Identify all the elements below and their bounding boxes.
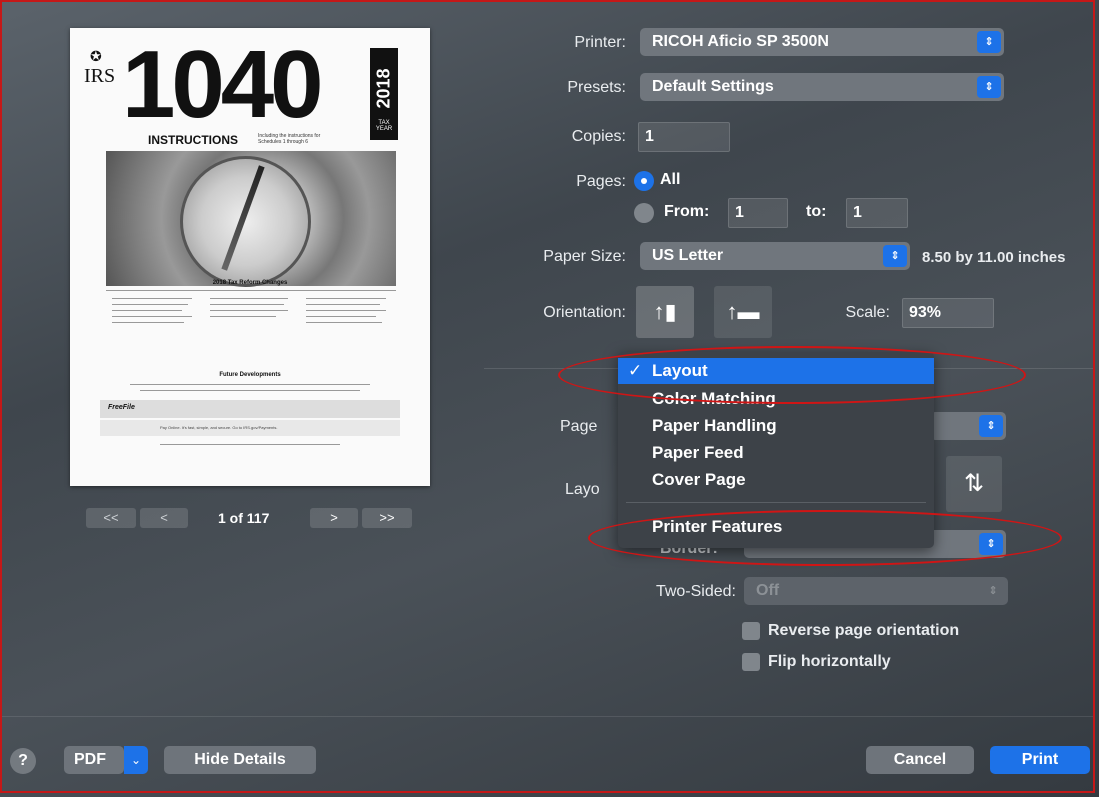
pdf-label: PDF xyxy=(74,751,106,768)
instructions-heading: INSTRUCTIONS xyxy=(148,133,238,147)
first-page-button[interactable]: << xyxy=(86,508,136,528)
chevron-updown-icon: ⇕ xyxy=(977,31,1001,53)
pages-all-radio[interactable] xyxy=(634,171,654,191)
reverse-orientation-label: Reverse page orientation xyxy=(768,622,960,639)
text-line xyxy=(160,444,340,445)
last-page-button[interactable]: >> xyxy=(362,508,412,528)
layout-direction-label: Layo xyxy=(565,481,600,498)
two-sided-popup[interactable]: Off ⇕ xyxy=(744,577,1008,605)
text-line xyxy=(306,310,386,311)
text-line xyxy=(112,298,192,299)
chevron-updown-icon: ⇕ xyxy=(979,415,1003,437)
scale-field[interactable]: 93% xyxy=(902,298,994,328)
printer-label: Printer: xyxy=(574,34,626,51)
hide-details-button[interactable]: Hide Details xyxy=(164,746,316,774)
menu-item-paper-handling[interactable]: Paper Handling xyxy=(618,413,934,439)
pdf-button[interactable]: PDF xyxy=(64,746,124,774)
flip-horizontally-label: Flip horizontally xyxy=(768,653,891,670)
cancel-button[interactable]: Cancel xyxy=(866,746,974,774)
chevron-updown-icon: ⇕ xyxy=(883,245,907,267)
print-button[interactable]: Print xyxy=(990,746,1090,774)
portrait-orientation-icon[interactable]: ↑▮ xyxy=(636,286,694,338)
orientation-label: Orientation: xyxy=(543,304,626,321)
freefile-banner: FreeFile xyxy=(100,400,400,418)
to-field[interactable]: 1 xyxy=(846,198,908,228)
divider xyxy=(106,290,396,291)
chevron-updown-icon: ⇕ xyxy=(977,76,1001,98)
text-line xyxy=(306,322,382,323)
text-line xyxy=(210,316,276,317)
menu-item-paper-feed[interactable]: Paper Feed xyxy=(618,440,934,466)
layout-direction-icon[interactable]: ⇅ xyxy=(946,456,1002,512)
page-indicator: 1 of 117 xyxy=(218,510,270,526)
copies-field[interactable]: 1 xyxy=(638,122,730,152)
from-field[interactable]: 1 xyxy=(728,198,788,228)
irs-eagle-icon: ✪ xyxy=(90,48,102,64)
to-label: to: xyxy=(806,203,827,220)
text-line xyxy=(112,316,192,317)
pay-online-banner: Pay Online. It's fast, simple, and secur… xyxy=(100,420,400,436)
two-sided-label: Two-Sided: xyxy=(655,583,736,600)
instructions-subheading: Including the instructions for Schedules… xyxy=(258,133,321,145)
text-line xyxy=(140,390,360,391)
flip-horizontally-checkbox[interactable] xyxy=(742,653,760,671)
from-label: From: xyxy=(664,203,710,220)
pages-from-radio[interactable] xyxy=(634,203,654,223)
pages-per-sheet-popup[interactable]: ⇕ xyxy=(930,412,1006,440)
reverse-orientation-checkbox[interactable] xyxy=(742,622,760,640)
tax-year-label: TAX YEAR xyxy=(375,120,393,132)
pdf-menu-chevron-icon[interactable]: ⌄ xyxy=(124,746,148,774)
paper-dimensions: 8.50 by 11.00 inches xyxy=(922,249,1066,266)
text-line xyxy=(210,304,284,305)
paper-size-label: Paper Size: xyxy=(543,248,626,265)
chevron-updown-icon: ⇕ xyxy=(988,585,998,597)
presets-value: Default Settings xyxy=(652,78,774,95)
pages-per-sheet-label: Page xyxy=(560,418,598,435)
help-button[interactable]: ? xyxy=(10,748,36,774)
text-line xyxy=(210,310,288,311)
annotation-ellipse-layout xyxy=(558,346,1026,404)
compass-icon xyxy=(180,156,311,287)
text-line xyxy=(112,304,188,305)
landscape-orientation-icon[interactable]: ↑▬ xyxy=(714,286,772,338)
prev-page-button[interactable]: < xyxy=(140,508,188,528)
printer-value: RICOH Aficio SP 3500N xyxy=(652,33,829,50)
footer-divider xyxy=(0,716,1095,717)
scale-label: Scale: xyxy=(845,304,890,321)
presets-popup[interactable]: Default Settings ⇕ xyxy=(640,73,1004,101)
next-page-button[interactable]: > xyxy=(310,508,358,528)
menu-item-cover-page[interactable]: Cover Page xyxy=(618,467,934,493)
form-number: 1040 xyxy=(122,31,324,138)
text-line xyxy=(130,384,370,385)
text-line xyxy=(112,310,182,311)
pages-all-label: All xyxy=(660,171,681,188)
paper-size-popup[interactable]: US Letter ⇕ xyxy=(640,242,910,270)
print-preview: ✪ IRS 1040 2018 TAX YEAR INSTRUCTIONS In… xyxy=(70,28,430,486)
presets-label: Presets: xyxy=(567,79,626,96)
text-line xyxy=(112,322,184,323)
section-title: 2018 Tax Reform Changes xyxy=(212,280,288,286)
copies-label: Copies: xyxy=(571,128,626,145)
paper-size-value: US Letter xyxy=(652,247,724,264)
irs-logo: IRS xyxy=(84,65,116,87)
annotation-ellipse-printer-features xyxy=(588,510,1062,566)
future-title: Future Developments xyxy=(219,372,281,378)
printer-popup[interactable]: RICOH Aficio SP 3500N ⇕ xyxy=(640,28,1004,56)
text-line xyxy=(210,298,288,299)
text-line xyxy=(306,304,380,305)
pages-label: Pages: xyxy=(576,173,626,190)
menu-separator xyxy=(626,502,926,503)
text-line xyxy=(306,298,386,299)
text-line xyxy=(306,316,376,317)
two-sided-value: Off xyxy=(756,582,780,599)
